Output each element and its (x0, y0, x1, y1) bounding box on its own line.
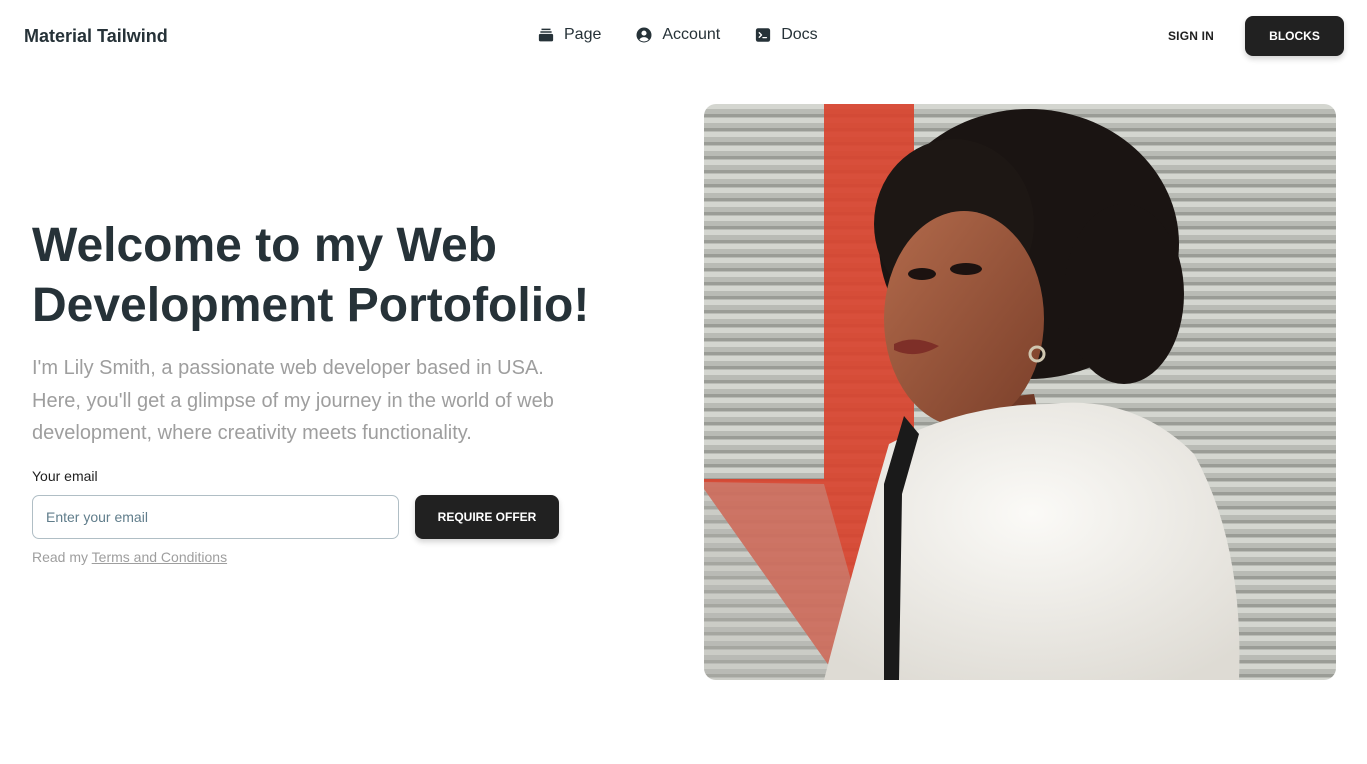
nav-item-label: Docs (781, 26, 818, 43)
terminal-icon (754, 26, 772, 44)
nav-item-account[interactable]: Account (635, 24, 720, 46)
blocks-button[interactable]: BLOCKS (1245, 16, 1344, 56)
nav-item-label: Account (662, 26, 721, 43)
nav-links: Page Account Docs (537, 24, 818, 46)
email-input[interactable] (32, 495, 399, 539)
terms-prefix: Read my (32, 549, 89, 565)
hero-description: I'm Lily Smith, a passionate web develop… (32, 357, 554, 444)
brand-logo-text[interactable]: Material Tailwind (24, 25, 168, 47)
hero-title: Welcome to my Web Development Portofolio… (32, 216, 652, 336)
terms-text: Read my Terms and Conditions (32, 548, 227, 566)
email-label: Your email (32, 468, 98, 484)
hero-portrait-image (704, 104, 1336, 680)
nav-item-label: Page (564, 26, 602, 43)
nav-item-page[interactable]: Page (537, 24, 601, 46)
require-offer-button[interactable]: REQUIRE OFFER (415, 495, 559, 539)
nav-item-docs[interactable]: Docs (754, 24, 818, 46)
sign-in-button[interactable]: SIGN IN (1150, 16, 1232, 56)
user-circle-icon (635, 26, 653, 44)
terms-link[interactable]: Terms and Conditions (92, 549, 227, 565)
hero-title-line2: Development Portofolio! (32, 279, 590, 332)
stack-icon (537, 26, 555, 44)
hero-title-line1: Welcome to my Web (32, 219, 497, 272)
navbar: Material Tailwind Page Account Docs SIGN… (0, 0, 1367, 72)
